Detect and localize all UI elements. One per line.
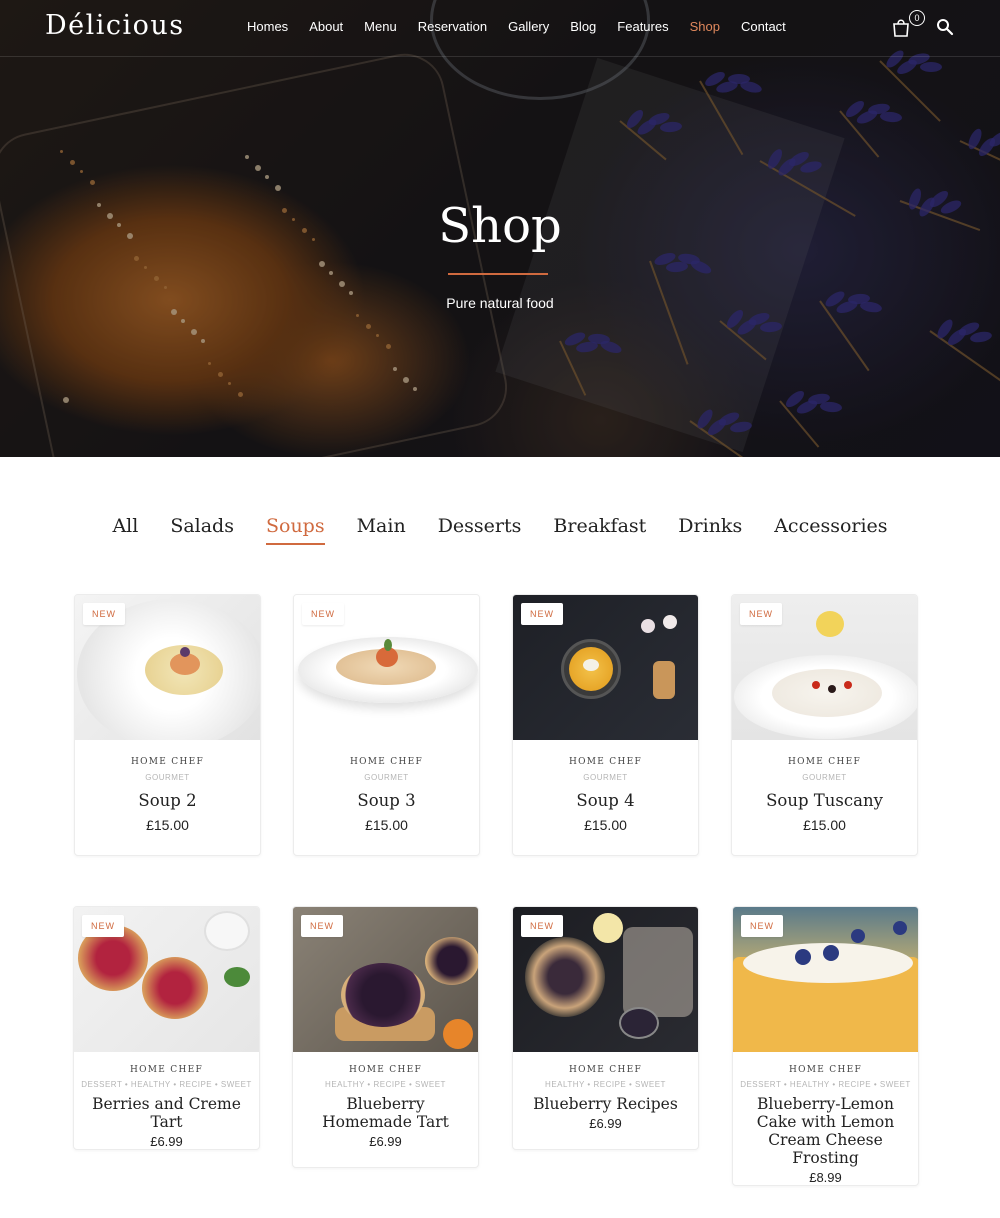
product-card-blueberry-recipes[interactable]: NEW HOME CHEF HEALTHY • RECIPE • SWEET B… — [512, 906, 699, 1150]
nav-item-contact[interactable]: Contact — [741, 19, 786, 34]
product-categories: GOURMET — [364, 773, 409, 782]
nav-item-homes[interactable]: Homes — [247, 19, 288, 34]
new-badge: NEW — [521, 915, 563, 937]
product-price: £15.00 — [803, 817, 846, 833]
product-categories: GOURMET — [802, 773, 847, 782]
tab-breakfast[interactable]: Breakfast — [553, 515, 646, 545]
product-image-blueberry-recipes[interactable]: NEW — [513, 907, 698, 1052]
new-badge: NEW — [301, 915, 343, 937]
new-badge: NEW — [521, 603, 563, 625]
product-categories: HEALTHY • RECIPE • SWEET — [545, 1080, 666, 1089]
product-card-berries-creme-tart[interactable]: NEW HOME CHEF DESSERT • HEALTHY • RECIPE… — [73, 906, 260, 1150]
nav-item-menu[interactable]: Menu — [364, 19, 397, 34]
product-name[interactable]: Soup 3 — [294, 792, 479, 810]
new-badge: NEW — [83, 603, 125, 625]
product-name[interactable]: Berries and Creme Tart — [74, 1095, 259, 1131]
product-name[interactable]: Soup 4 — [513, 792, 698, 810]
product-price: £15.00 — [365, 817, 408, 833]
tab-accessories[interactable]: Accessories — [774, 515, 887, 545]
product-brand: HOME CHEF — [568, 757, 643, 767]
product-categories: GOURMET — [583, 773, 628, 782]
tab-desserts[interactable]: Desserts — [438, 515, 522, 545]
product-card-soup-3[interactable]: NEW HOME CHEF GOURMET Soup 3 £15.00 — [293, 594, 480, 856]
product-image-soup-4[interactable]: NEW — [513, 595, 698, 740]
product-price: £6.99 — [369, 1134, 402, 1149]
site-logo[interactable]: Délicious — [45, 10, 185, 41]
cart-count-badge: 0 — [909, 10, 925, 26]
product-brand: HOME CHEF — [129, 1065, 204, 1075]
product-price: £8.99 — [809, 1170, 842, 1185]
product-image-blueberry-homemade-tart[interactable]: NEW — [293, 907, 478, 1052]
nav-item-about[interactable]: About — [309, 19, 343, 34]
product-price: £6.99 — [150, 1134, 183, 1149]
product-card-blueberry-homemade-tart[interactable]: NEW HOME CHEF HEALTHY • RECIPE • SWEET B… — [292, 906, 479, 1168]
product-card-blueberry-lemon-cake[interactable]: NEW HOME CHEF DESSERT • HEALTHY • RECIPE… — [732, 906, 919, 1186]
hero-banner: Délicious Homes About Menu Reservation G… — [0, 0, 1000, 457]
product-categories: GOURMET — [145, 773, 190, 782]
title-underline — [448, 273, 548, 275]
nav-divider — [0, 56, 1000, 57]
tab-soups[interactable]: Soups — [265, 515, 325, 545]
nav-item-blog[interactable]: Blog — [570, 19, 596, 34]
product-price: £15.00 — [146, 817, 189, 833]
product-image-soup-2[interactable]: NEW — [75, 595, 260, 740]
product-image-blueberry-lemon-cake[interactable]: NEW — [733, 907, 918, 1052]
product-name[interactable]: Blueberry-Lemon Cake with Lemon Cream Ch… — [733, 1095, 918, 1167]
product-name[interactable]: Blueberry Recipes — [513, 1095, 698, 1113]
nav-item-reservation[interactable]: Reservation — [418, 19, 487, 34]
tab-main[interactable]: Main — [357, 515, 406, 545]
product-brand: HOME CHEF — [349, 757, 424, 767]
tab-all[interactable]: All — [112, 515, 138, 545]
product-name[interactable]: Blueberry Homemade Tart — [293, 1095, 478, 1131]
product-categories: DESSERT • HEALTHY • RECIPE • SWEET — [740, 1080, 911, 1089]
product-brand: HOME CHEF — [568, 1065, 643, 1075]
product-categories: DESSERT • HEALTHY • RECIPE • SWEET — [81, 1080, 252, 1089]
product-card-soup-4[interactable]: NEW HOME CHEF GOURMET Soup 4 £15.00 — [512, 594, 699, 856]
product-price: £15.00 — [584, 817, 627, 833]
search-icon[interactable] — [936, 18, 954, 36]
product-image-soup-3[interactable]: NEW — [294, 595, 479, 740]
new-badge: NEW — [82, 915, 124, 937]
product-brand: HOME CHEF — [130, 757, 205, 767]
new-badge: NEW — [302, 603, 344, 625]
page-title: Shop — [438, 198, 562, 254]
nav-item-gallery[interactable]: Gallery — [508, 19, 549, 34]
nav-item-shop[interactable]: Shop — [690, 19, 720, 34]
product-name[interactable]: Soup 2 — [75, 792, 260, 810]
tab-drinks[interactable]: Drinks — [678, 515, 742, 545]
product-price: £6.99 — [589, 1116, 622, 1131]
tab-salads[interactable]: Salads — [170, 515, 234, 545]
product-brand: HOME CHEF — [788, 1065, 863, 1075]
product-image-berries-creme-tart[interactable]: NEW — [74, 907, 259, 1052]
nav-item-features[interactable]: Features — [617, 19, 668, 34]
page-subtitle: Pure natural food — [446, 295, 554, 311]
product-image-soup-tuscany[interactable]: NEW — [732, 595, 917, 740]
product-categories: HEALTHY • RECIPE • SWEET — [325, 1080, 446, 1089]
product-name[interactable]: Soup Tuscany — [732, 792, 917, 810]
product-card-soup-2[interactable]: NEW HOME CHEF GOURMET Soup 2 £15.00 — [74, 594, 261, 856]
new-badge: NEW — [740, 603, 782, 625]
new-badge: NEW — [741, 915, 783, 937]
main-nav: Homes About Menu Reservation Gallery Blo… — [247, 19, 807, 34]
product-brand: HOME CHEF — [348, 1065, 423, 1075]
product-card-soup-tuscany[interactable]: NEW HOME CHEF GOURMET Soup Tuscany £15.0… — [731, 594, 918, 856]
category-filter-tabs: All Salads Soups Main Desserts Breakfast… — [0, 515, 1000, 545]
product-brand: HOME CHEF — [787, 757, 862, 767]
